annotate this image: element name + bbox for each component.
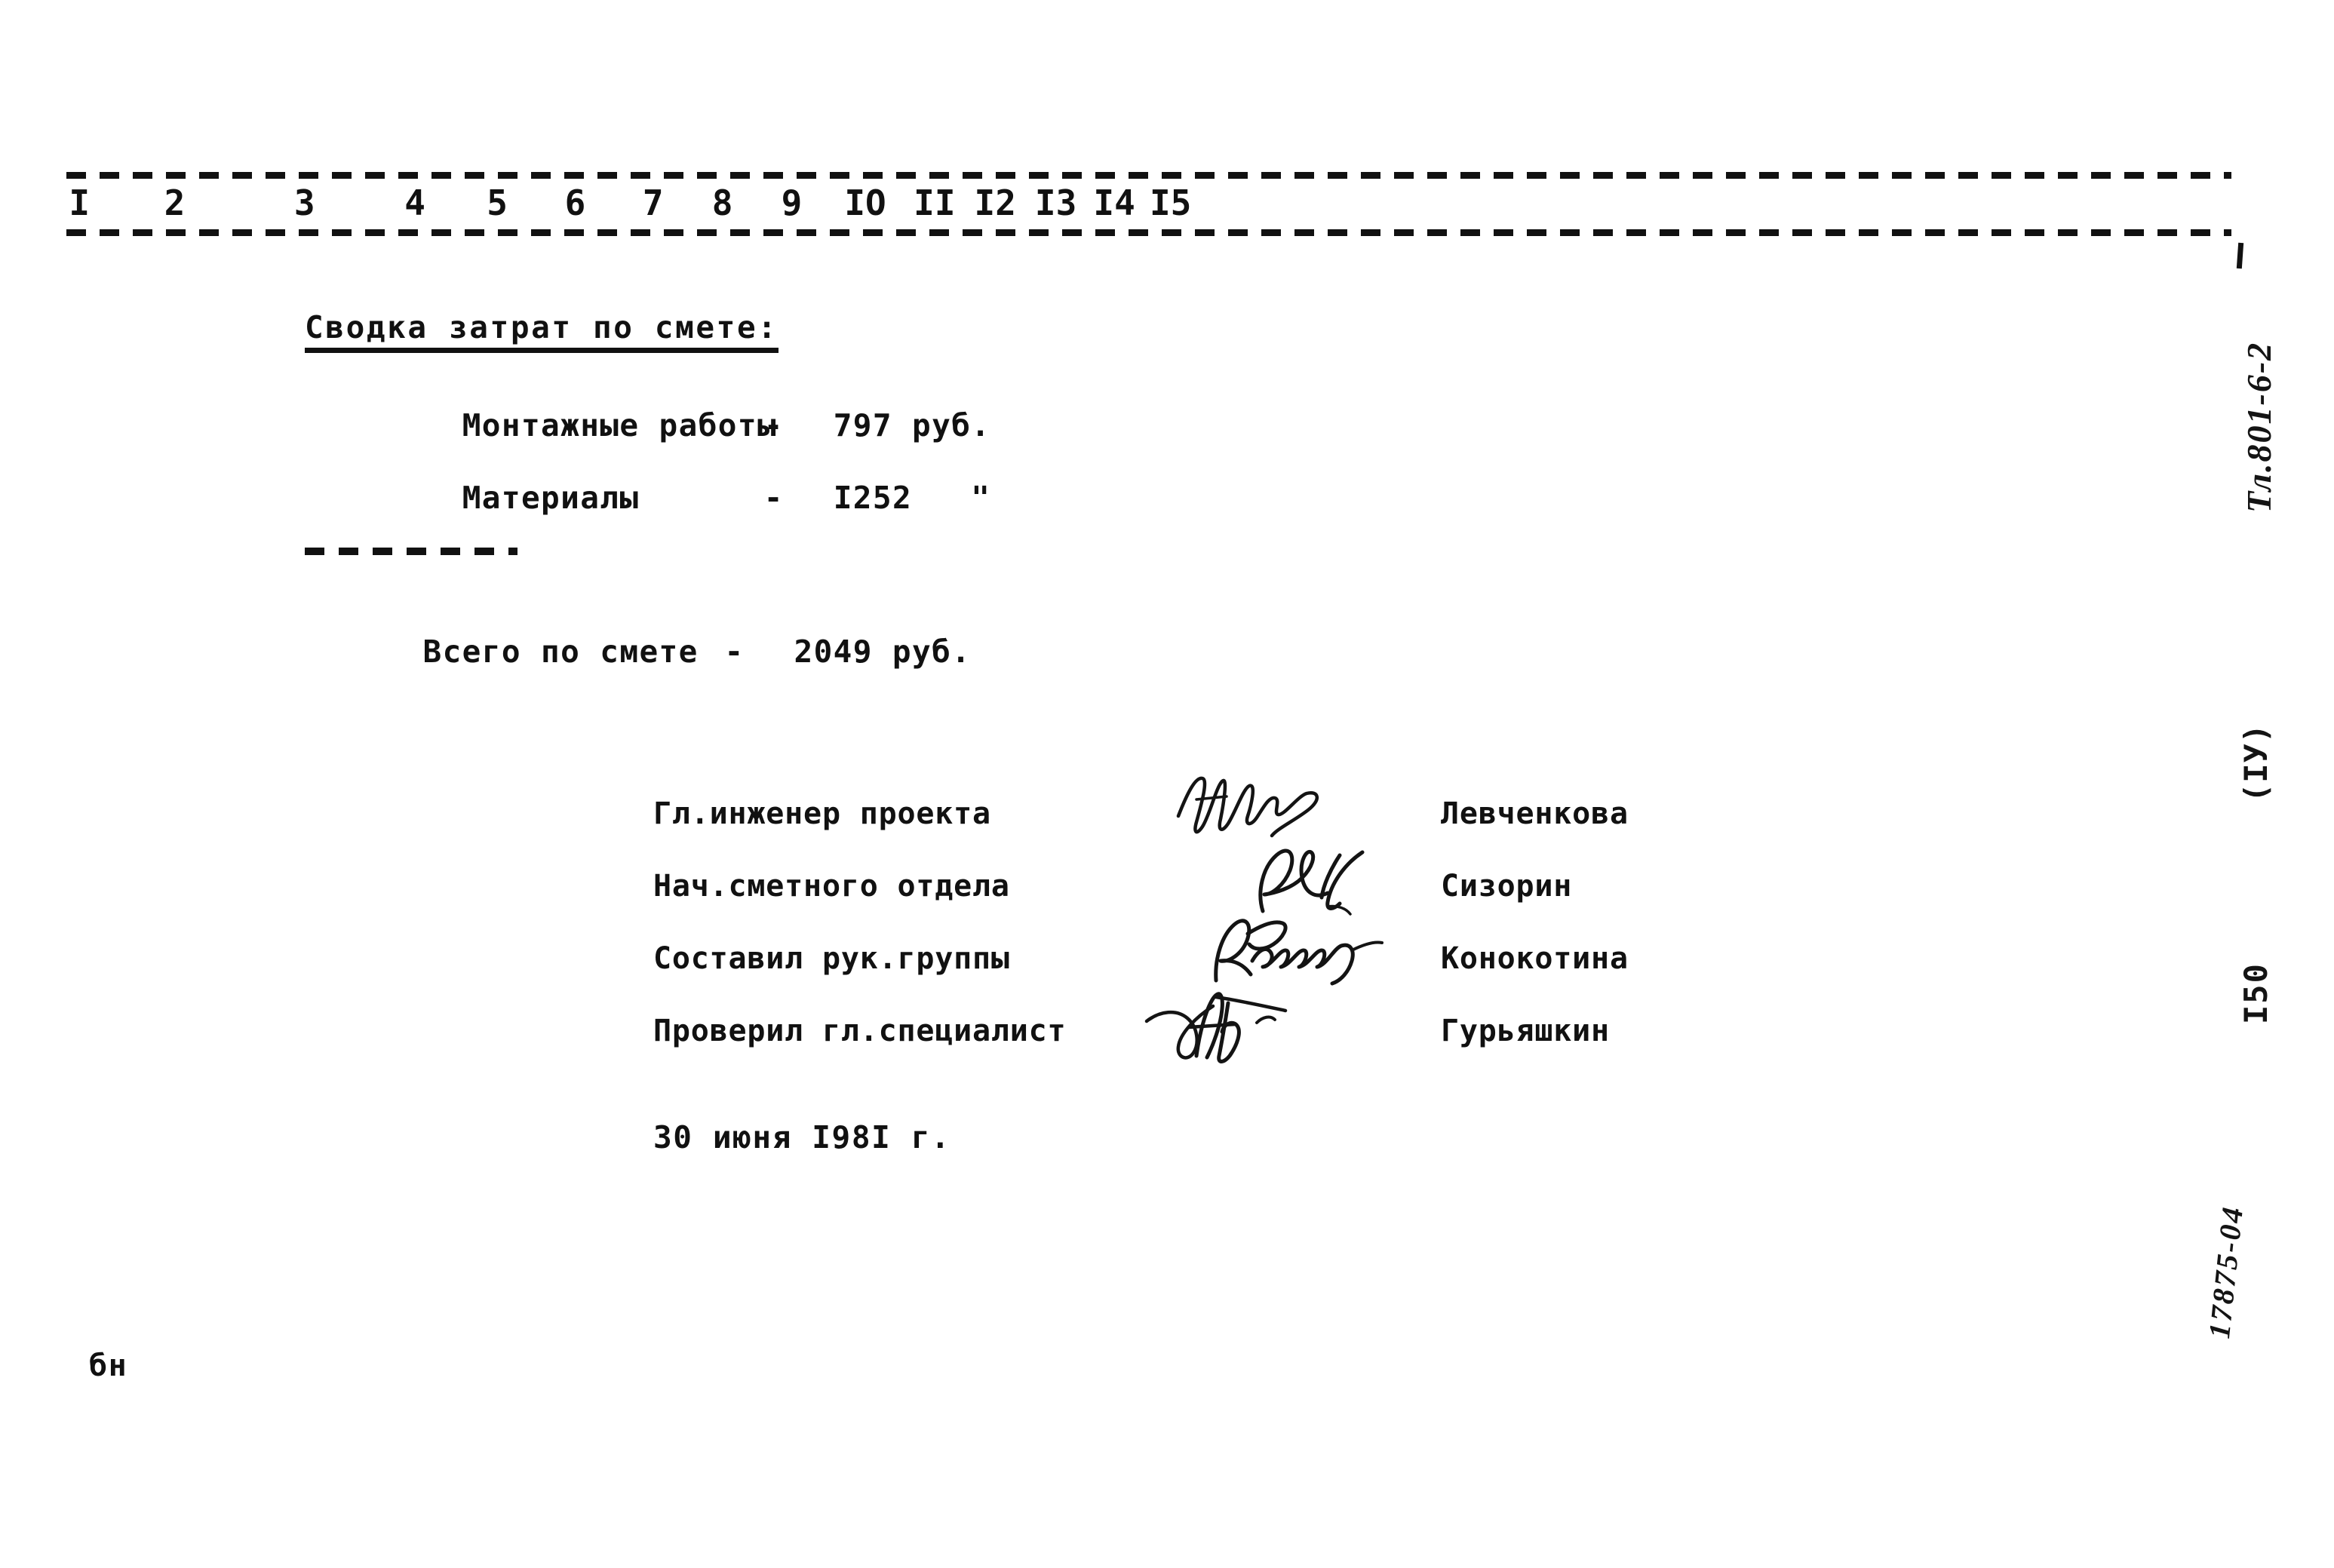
cost-label-installation: Монтажные работы — [462, 407, 778, 443]
cost-summary-block: Сводка затрат по смете: Монтажные работы… — [305, 309, 1361, 516]
signature-name-guryashkin: Гурьяшкин — [1441, 1014, 1610, 1048]
subtotal-separator-line — [305, 548, 517, 555]
signature-role-chief-engineer: Гл.инженер проекта — [653, 796, 991, 831]
cost-value-total: 2049 руб. — [794, 634, 972, 670]
ruler-line-top — [66, 172, 2231, 179]
ruler-end-mark — [2236, 242, 2244, 269]
margin-stamp-archive-number: 17875-04 — [2201, 1203, 2250, 1340]
signature-row: Гл.инженер проекта Левченкова — [653, 776, 1785, 869]
ruler-tick-10: IO — [840, 181, 891, 225]
signature-name-konokotina: Конокотина — [1441, 941, 1629, 976]
summary-heading: Сводка затрат по смете: — [305, 309, 779, 353]
document-page: I 2 3 4 5 6 7 8 9 IO II I2 I3 I4 I5 Свод… — [0, 0, 2334, 1568]
margin-stamp-part-number: (ІУ) — [2237, 723, 2274, 802]
ruler-line-bottom — [66, 229, 2231, 236]
signature-role-compiled-by: Составил рук.группы — [653, 941, 1010, 976]
signature-role-checked-by: Проверил гл.специалист — [653, 1014, 1067, 1048]
margin-stamp-page-number: I50 — [2237, 962, 2274, 1024]
cost-label-total: Всего по смете — [422, 634, 699, 670]
handwritten-signature-levchenkova — [1174, 766, 1415, 849]
signature-row: Нач.сметного отдела Сизорин — [653, 848, 1785, 941]
margin-stamp-drawing-code: Тл.801-6-2 — [2240, 341, 2278, 513]
ruler-tick-4: 4 — [400, 181, 430, 225]
ruler-tick-11: II — [909, 181, 960, 225]
signature-name-levchenkova: Левченкова — [1441, 796, 1629, 831]
cost-value-materials: I252 " — [833, 480, 991, 516]
cost-dash-installation: - — [763, 407, 784, 443]
ruler-tick-8: 8 — [707, 181, 738, 225]
ruler-tick-6: 6 — [560, 181, 591, 225]
ruler-tick-7: 7 — [637, 181, 668, 225]
ruler-tick-15: I5 — [1144, 181, 1196, 225]
ruler-tick-9: 9 — [776, 181, 807, 225]
cost-row-total: Всего по смете - 2049 руб. — [305, 597, 971, 706]
signature-row: Составил рук.группы Конокотина — [653, 919, 1785, 1014]
signature-role-estimate-dept-head: Нач.сметного отдела — [653, 869, 1010, 904]
ruler-tick-13: I3 — [1030, 181, 1082, 225]
ruler-tick-5: 5 — [482, 181, 512, 225]
signature-block: Гл.инженер проекта Левченкова Нач.сметно… — [653, 776, 1785, 1086]
cost-row-materials: Материалы - I252 " — [305, 443, 1361, 516]
ruler-tick-1: I — [64, 181, 95, 225]
bottom-left-mark: бн — [89, 1349, 128, 1383]
summary-heading-line: Сводка затрат по смете: — [305, 309, 1361, 371]
ruler-tick-12: I2 — [969, 181, 1021, 225]
signature-name-sizorin: Сизорин — [1441, 869, 1573, 904]
cost-value-installation: 797 руб. — [833, 407, 991, 443]
cost-dash-total: - — [724, 634, 745, 670]
signature-row: Проверил гл.специалист Гурьяшкин — [653, 992, 1785, 1086]
document-date: 30 июня I98I г. — [653, 1119, 951, 1155]
ruler-tick-2: 2 — [159, 181, 190, 225]
ruler-tick-14: I4 — [1089, 181, 1140, 225]
column-ruler: I 2 3 4 5 6 7 8 9 IO II I2 I3 I4 I5 — [64, 172, 2231, 240]
cost-dash-materials: - — [763, 480, 784, 516]
cost-label-materials: Материалы — [462, 480, 640, 516]
ruler-tick-3: 3 — [289, 181, 320, 225]
cost-row-installation: Монтажные работы- 797 руб. — [305, 371, 1361, 443]
